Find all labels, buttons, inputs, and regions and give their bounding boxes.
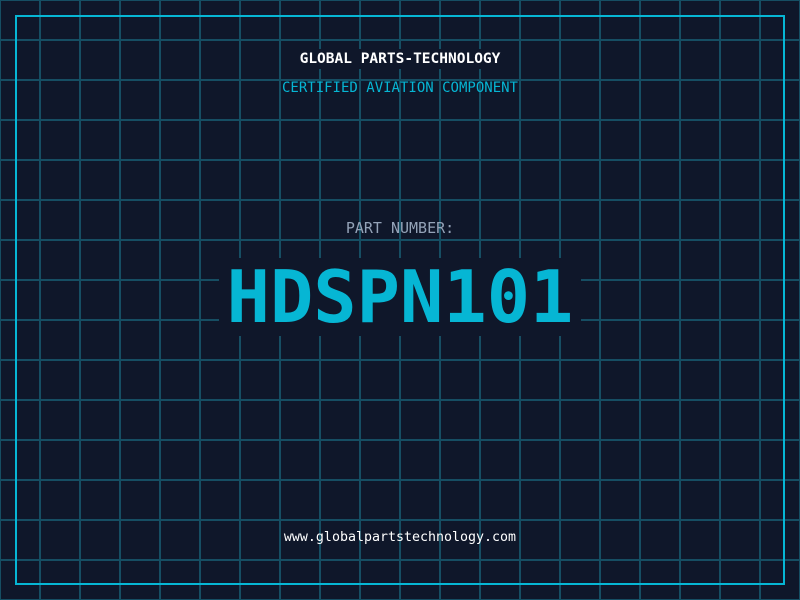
part-number-label: PART NUMBER:: [345, 219, 455, 237]
website-url: www.globalpartstechnology.com: [283, 530, 517, 545]
company-title: GLOBAL PARTS-TECHNOLOGY: [293, 49, 507, 69]
company-title-wrap: GLOBAL PARTS-TECHNOLOGY: [0, 48, 800, 69]
subtitle: CERTIFIED AVIATION COMPONENT: [281, 80, 518, 96]
part-number-wrap: HDSPN101: [0, 258, 800, 336]
part-number: HDSPN101: [218, 258, 582, 336]
